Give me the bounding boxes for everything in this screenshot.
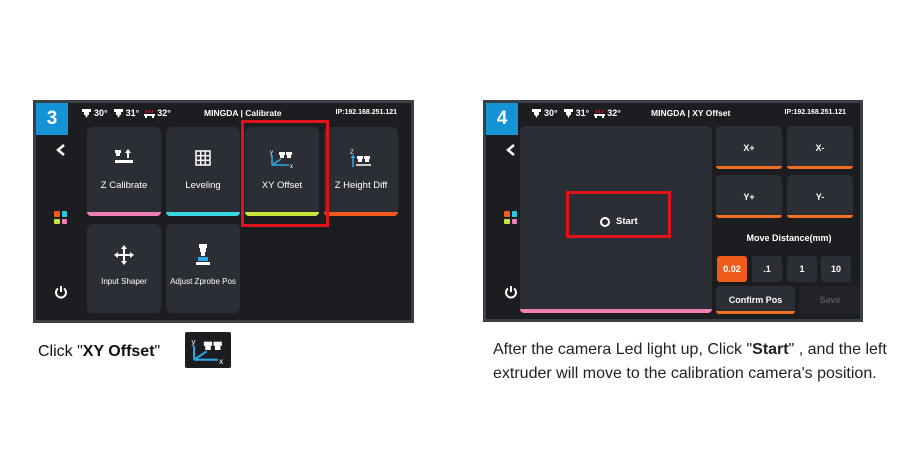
xy-offset-screen: 4 30° 31° 32° MINGDA | XY Offset IP:192.… [483,100,863,322]
button-accent-bar [787,166,853,169]
button-accent-bar [716,215,782,218]
start-highlight [566,191,671,238]
move-arrows-icon [87,244,161,266]
step-badge: 4 [486,103,518,135]
x-plus-button[interactable]: X+ [716,126,782,169]
svg-text:x: x [219,356,224,364]
tile-label: Leveling [185,180,221,191]
button-accent-bar [716,166,782,169]
leveling-tile[interactable]: Leveling [166,127,240,216]
z-calibrate-icon [87,147,161,169]
step-badge: 3 [36,103,68,135]
nozzle-left-temp: 30° [81,108,108,118]
distance-10-button[interactable]: 10 [821,256,851,282]
heated-bed-icon [594,109,606,118]
heated-bed-icon [144,109,156,118]
y-plus-button[interactable]: Y+ [716,175,782,218]
tile-accent-bar [324,212,398,216]
screen-title: MINGDA | XY Offset [651,108,731,118]
temperatures: 30° 31° 32° [531,108,621,118]
y-minus-button[interactable]: Y- [787,175,853,218]
svg-text:y: y [191,336,196,346]
nozzle-icon [113,108,123,118]
temperatures: 30° 31° 32° [81,108,171,118]
distance-0.1-button[interactable]: .1 [752,256,782,282]
button-accent-bar [716,311,795,314]
tile-label: Input Shaper [101,277,147,286]
tile-label: Adjust Zprobe Pos [170,277,236,286]
tile-label: Z Calibrate [100,180,148,191]
nozzle-icon [532,108,541,118]
tile-label: Z Height Diff [334,180,388,191]
tile-accent-bar [87,212,161,216]
step3-caption: Click "XY Offset" [38,343,161,360]
button-accent-bar [787,215,853,218]
save-button[interactable]: Save [799,286,860,314]
move-distance-label: Move Distance(mm) [746,233,832,243]
z-height-diff-tile[interactable]: Z Z Height Diff [324,127,398,216]
ip-address: IP:192.168.251.121 [335,109,398,116]
bed-temp: 32° [144,108,171,118]
z-height-diff-icon: Z [324,147,398,169]
power-icon[interactable] [504,285,518,299]
ip-address: IP:192.168.251.121 [784,109,847,116]
status-bar: 30° 31° 32° MINGDA | XY Offset IP:192.16… [486,103,860,123]
tile-accent-bar [166,212,240,216]
apps-icon[interactable] [54,211,67,224]
status-bar: 30° 31° 32° MINGDA | Calibrate IP:192.16… [36,103,411,123]
apps-icon[interactable] [504,211,517,224]
nozzle-right-temp: 31° [563,108,589,118]
grid-icon [166,147,240,169]
confirm-pos-button[interactable]: Confirm Pos [716,286,795,314]
nozzle-right-temp: 31° [113,108,139,118]
step4-caption: After the camera Led light up, Click "St… [493,341,887,382]
z-calibrate-tile[interactable]: Z Calibrate [87,127,161,216]
distance-1-button[interactable]: 1 [787,256,817,282]
input-shaper-tile[interactable]: Input Shaper [87,224,161,313]
nozzle-left-temp: 30° [531,108,558,118]
nozzle-icon [82,108,91,118]
adjust-zprobe-pos-tile[interactable]: Adjust Zprobe Pos [166,224,240,313]
bed-temp: 32° [594,108,621,118]
xy-offset-icon: yx [185,332,231,368]
back-icon[interactable] [504,143,518,157]
nozzle-icon [563,108,573,118]
distance-0.02-button[interactable]: 0.02 [717,256,747,282]
x-minus-button[interactable]: X- [787,126,853,169]
screen-title: MINGDA | Calibrate [204,108,282,118]
area-accent-bar [520,309,712,313]
power-icon[interactable] [54,285,68,299]
calibrate-screen: 3 30° 31° 32° MINGDA | Calibrate IP:192.… [33,100,414,323]
zprobe-icon [166,244,240,266]
xy-offset-highlight [241,120,329,227]
back-icon[interactable] [54,143,68,157]
